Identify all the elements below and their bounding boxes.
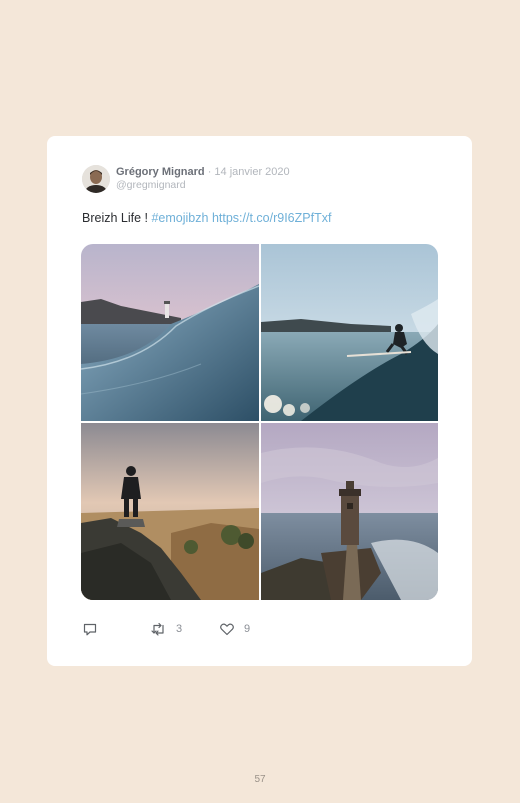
- tweet-date[interactable]: 14 janvier 2020: [214, 166, 289, 178]
- heart-icon: [220, 623, 234, 636]
- like-count: 9: [244, 623, 251, 635]
- retweet-icon: [151, 622, 164, 636]
- reply-icon: [83, 623, 97, 636]
- tweet-text: Breizh Life ! #emojibzh https://t.co/r9I…: [82, 211, 331, 225]
- hashtag-link[interactable]: #emojibzh: [151, 211, 208, 225]
- photo-grid: [81, 244, 438, 600]
- retweet-button[interactable]: 3: [150, 621, 182, 637]
- separator: ·: [207, 166, 212, 178]
- author-line: Grégory Mignard · 14 janvier 2020: [116, 166, 290, 179]
- author-handle[interactable]: @gregmignard: [116, 179, 186, 191]
- surfer-photo[interactable]: [261, 244, 438, 421]
- url-link[interactable]: https://t.co/r9I6ZPfTxf: [212, 211, 331, 225]
- page-number: 57: [254, 774, 266, 785]
- tweet-text-plain: Breizh Life !: [82, 211, 152, 225]
- author-name[interactable]: Grégory Mignard: [116, 166, 205, 178]
- hiker-with-dog-photo[interactable]: [81, 423, 259, 600]
- avatar[interactable]: [82, 165, 110, 193]
- tweet-card: Grégory Mignard · 14 janvier 2020 @gregm…: [47, 136, 472, 666]
- wave-lighthouse-photo[interactable]: [81, 244, 259, 421]
- like-button[interactable]: 9: [219, 621, 250, 637]
- lighthouse-causeway-photo[interactable]: [261, 423, 438, 600]
- tweet-actions: 3 9: [82, 621, 282, 637]
- retweet-count: 3: [176, 623, 183, 635]
- reply-button[interactable]: [82, 621, 98, 637]
